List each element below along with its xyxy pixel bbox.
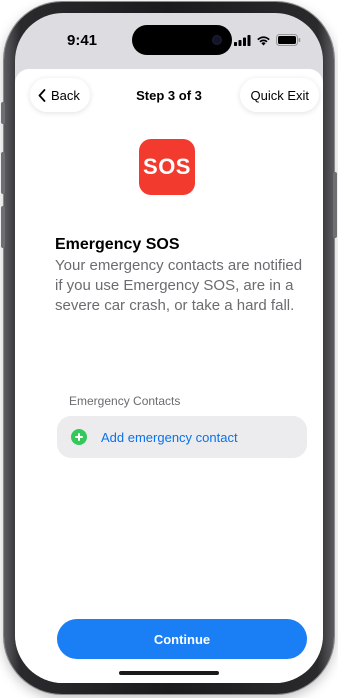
camera-icon [212, 35, 222, 45]
plus-circle-icon [71, 429, 87, 445]
volume-down-button [1, 206, 5, 248]
continue-button[interactable]: Continue [57, 619, 307, 659]
battery-icon [276, 34, 301, 46]
iphone-device-frame: 9:41 Back Step 3 of 3 Quick Exit SOS Eme… [1, 2, 337, 694]
home-indicator[interactable] [119, 671, 219, 675]
continue-button-label: Continue [153, 631, 211, 647]
add-emergency-contact-label: Add emergency contact [101, 429, 238, 445]
action-button [1, 102, 5, 124]
side-power-button [333, 172, 337, 238]
navigation-bar: Back Step 3 of 3 Quick Exit [15, 69, 323, 121]
quick-exit-button[interactable]: Quick Exit [240, 78, 319, 112]
sos-icon-text: SOS [143, 154, 191, 179]
emergency-contacts-header: Emergency Contacts [69, 394, 181, 408]
wifi-icon [257, 35, 270, 45]
add-emergency-contact-button[interactable]: Add emergency contact [57, 416, 307, 458]
sos-app-icon: SOS [139, 139, 195, 195]
quick-exit-label: Quick Exit [250, 87, 309, 103]
volume-up-button [1, 152, 5, 194]
screen: 9:41 Back Step 3 of 3 Quick Exit SOS Eme… [15, 13, 323, 683]
page-description: Your emergency contacts are notified if … [55, 257, 303, 314]
dynamic-island [132, 25, 232, 55]
onboarding-sheet: Back Step 3 of 3 Quick Exit SOS Emergenc… [15, 69, 323, 683]
status-bar: 9:41 [15, 13, 323, 63]
page-title: Emergency SOS [55, 236, 180, 253]
status-time: 9:41 [67, 32, 98, 49]
status-icons [234, 34, 301, 46]
signal-icon [234, 34, 251, 46]
